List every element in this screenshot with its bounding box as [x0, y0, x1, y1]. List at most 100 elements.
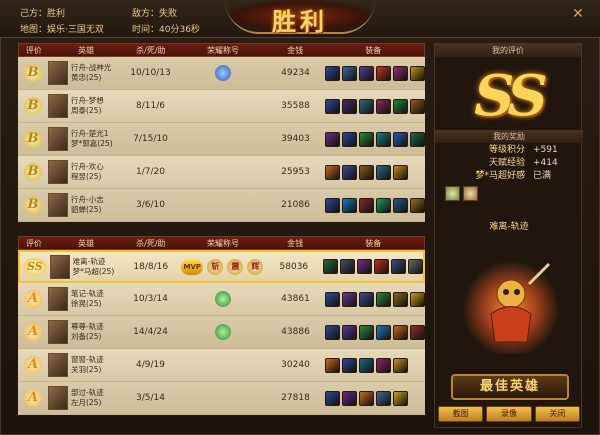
equipment-item-icon[interactable] — [393, 324, 408, 340]
equipment-item-icon[interactable] — [342, 164, 357, 180]
hero-text: 行舟-小志 貂蝉(25) — [71, 195, 104, 215]
hero-avatar[interactable] — [48, 353, 68, 377]
honor-title-badge[interactable]: 震 — [227, 258, 244, 275]
equipment-item-icon[interactable] — [359, 164, 374, 180]
equipment-item-icon[interactable] — [393, 291, 408, 307]
equipment-item-icon[interactable] — [325, 164, 340, 180]
equipment-item-icon[interactable] — [376, 197, 391, 213]
hero-text: 行舟-梦想 周泰(25) — [71, 96, 104, 116]
equipment-item-icon[interactable] — [410, 65, 425, 81]
player-summary-panel: 我的评价 SS 我的奖励 等级积分 +591 天赋经验 +414 梦*马超好感 已满 … — [434, 43, 583, 428]
equipment-item-icon[interactable] — [323, 259, 338, 274]
honor-title-badge[interactable]: 辉 — [247, 258, 264, 275]
equipment-item-icon[interactable] — [393, 65, 408, 81]
grade-badge: B — [24, 196, 42, 214]
equipment-item-icon[interactable] — [342, 197, 357, 213]
player-row[interactable]: B 行舟-小志 貂蝉(25) 3/6/10 21086 — [18, 189, 425, 222]
equipment-item-icon[interactable] — [408, 259, 423, 274]
equipment-item-icon[interactable] — [410, 131, 425, 147]
hero-avatar[interactable] — [48, 127, 68, 151]
equipment-item-icon[interactable] — [393, 98, 408, 114]
blue-badge-icon[interactable] — [215, 65, 231, 81]
equipment-item-icon[interactable] — [376, 164, 391, 180]
equipment-item-icon[interactable] — [342, 324, 357, 340]
hero-avatar[interactable] — [48, 386, 68, 410]
hero-avatar[interactable] — [48, 160, 68, 184]
equipment-item-icon[interactable] — [391, 259, 406, 274]
player-row[interactable]: A 窗窗-轨迹 关羽(25) 4/9/19 30240 — [18, 349, 425, 382]
gold-value: 39403 — [281, 134, 310, 144]
equipment-item-icon[interactable] — [325, 98, 340, 114]
close-button[interactable]: 关闭 — [534, 406, 580, 422]
equipment-item-icon[interactable] — [376, 65, 391, 81]
equipment-item-icon[interactable] — [359, 131, 374, 147]
equipment-item-icon[interactable] — [359, 357, 374, 373]
equipment-item-icon[interactable] — [393, 357, 408, 373]
equipment-item-icon[interactable] — [410, 197, 425, 213]
rating-cell: B — [18, 130, 48, 148]
close-icon[interactable]: ✕ — [570, 6, 586, 22]
screenshot-button[interactable]: 截图 — [438, 406, 484, 422]
hero-avatar[interactable] — [48, 193, 68, 217]
my-reward-tab: 我的奖励 — [435, 130, 583, 143]
equipment-item-icon[interactable] — [410, 98, 425, 114]
player-row[interactable]: A 尊尊-轨迹 刘备(25) 14/4/24 43886 — [18, 316, 425, 349]
equipment-item-icon[interactable] — [325, 197, 340, 213]
reward-item-icon[interactable] — [463, 186, 478, 201]
equipment-item-icon[interactable] — [325, 390, 340, 406]
replay-button[interactable]: 录像 — [486, 406, 532, 422]
player-row[interactable]: A 笔记-轨迹 徐晃(25) 10/3/14 43861 — [18, 283, 425, 316]
equipment-item-icon[interactable] — [393, 390, 408, 406]
equipment-item-icon[interactable] — [359, 390, 374, 406]
equipment-item-icon[interactable] — [376, 324, 391, 340]
equipment-item-icon[interactable] — [325, 131, 340, 147]
player-row[interactable]: SS 难离-轨迹 梦*马超(25) 18/8/16 MVP 斩震辉 58036 — [18, 250, 425, 283]
equipment-item-icon[interactable] — [357, 259, 372, 274]
enemy-side-line: 敌方：失败 — [132, 9, 178, 19]
player-row[interactable]: B 行舟-楚光1 梦*郭嘉(25) 7/15/10 39403 — [18, 123, 425, 156]
equipment-item-icon[interactable] — [359, 65, 374, 81]
equipment-item-icon[interactable] — [340, 259, 355, 274]
equipment-item-icon[interactable] — [376, 357, 391, 373]
equipment-item-icon[interactable] — [376, 98, 391, 114]
our-side-line: 己方：胜利 — [20, 9, 66, 19]
equipment-item-icon[interactable] — [410, 291, 425, 307]
equipment-item-icon[interactable] — [393, 197, 408, 213]
reward-item-icon[interactable] — [445, 186, 460, 201]
hero-avatar[interactable] — [48, 94, 68, 118]
equipment-item-icon[interactable] — [342, 98, 357, 114]
equipment-item-icon[interactable] — [342, 65, 357, 81]
equipment-item-icon[interactable] — [410, 324, 425, 340]
victory-title: 胜利 — [272, 7, 328, 36]
equipment-item-icon[interactable] — [342, 390, 357, 406]
equipment-item-icon[interactable] — [393, 131, 408, 147]
equipment-item-icon[interactable] — [342, 291, 357, 307]
hero-avatar[interactable] — [48, 61, 68, 85]
equipment-item-icon[interactable] — [359, 98, 374, 114]
equipment-item-icon[interactable] — [325, 65, 340, 81]
equipment-item-icon[interactable] — [359, 291, 374, 307]
mvp-badge[interactable]: MVP — [181, 258, 204, 275]
player-row[interactable]: B 行舟-梦想 周泰(25) 8/11/6 35588 — [18, 90, 425, 123]
equipment-item-icon[interactable] — [325, 291, 340, 307]
honor-title-badge[interactable]: 斩 — [207, 258, 224, 275]
hero-avatar[interactable] — [48, 287, 68, 311]
equipment-item-icon[interactable] — [342, 357, 357, 373]
hero-avatar[interactable] — [49, 254, 70, 279]
green-badge-icon[interactable] — [215, 324, 231, 340]
equipment-item-icon[interactable] — [393, 164, 408, 180]
green-badge-icon[interactable] — [215, 291, 231, 307]
equipment-item-icon[interactable] — [374, 259, 389, 274]
player-row[interactable]: B 行舟-战神光 黄忠(25) 10/10/13 49234 — [18, 57, 425, 90]
player-row[interactable]: A 部过-轨迹 左月(25) 3/5/14 27818 — [18, 382, 425, 415]
equipment-item-icon[interactable] — [325, 357, 340, 373]
equipment-item-icon[interactable] — [376, 390, 391, 406]
hero-avatar[interactable] — [48, 320, 68, 344]
equipment-item-icon[interactable] — [342, 131, 357, 147]
player-row[interactable]: B 行舟-欢心 程昱(25) 1/7/20 25953 — [18, 156, 425, 189]
equipment-item-icon[interactable] — [376, 291, 391, 307]
equipment-item-icon[interactable] — [359, 197, 374, 213]
equipment-item-icon[interactable] — [359, 324, 374, 340]
equipment-item-icon[interactable] — [376, 131, 391, 147]
equipment-item-icon[interactable] — [325, 324, 340, 340]
